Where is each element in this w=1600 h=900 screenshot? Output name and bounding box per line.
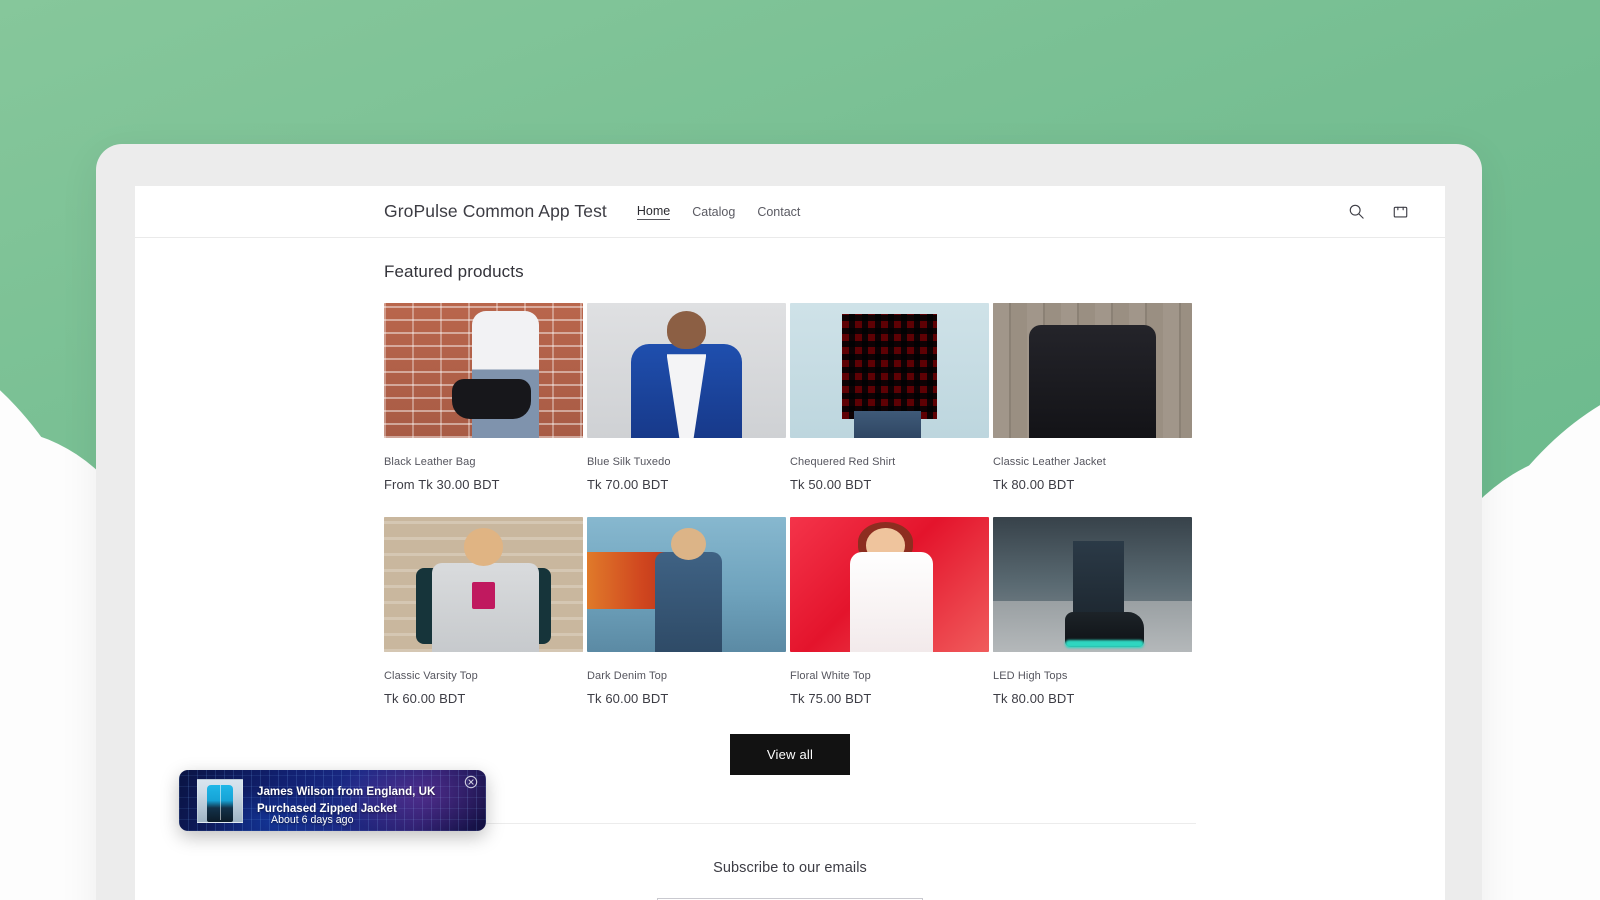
product-name: Blue Silk Tuxedo [587,456,671,468]
toast-customer-line: James Wilson from England, UK [257,784,436,798]
store-brand-title: GroPulse Common App Test [384,201,607,221]
product-name: Classic Varsity Top [384,670,478,682]
product-image-dark-denim-top[interactable] [587,517,786,652]
product-card[interactable]: Classic Leather Jacket Tk 80.00 BDT [993,303,1196,492]
view-all-container: View all [384,734,1196,775]
site-header: GroPulse Common App Test Home Catalog Co… [135,186,1445,238]
product-price: Tk 60.00 BDT [587,691,669,706]
product-price: Tk 70.00 BDT [587,477,669,492]
header-actions [1345,201,1411,223]
product-card[interactable]: Classic Varsity Top Tk 60.00 BDT [384,517,587,706]
product-image-classic-leather-jacket[interactable] [993,303,1192,438]
product-price: Tk 80.00 BDT [993,477,1075,492]
product-price: From Tk 30.00 BDT [384,477,500,492]
product-price: Tk 80.00 BDT [993,691,1075,706]
product-image-led-high-tops[interactable] [993,517,1192,652]
nav-item-home[interactable]: Home [636,204,671,220]
product-price: Tk 75.00 BDT [790,691,872,706]
view-all-button[interactable]: View all [729,734,851,775]
product-price: Tk 60.00 BDT [384,691,466,706]
page-title: Featured products [384,262,524,281]
product-image-chequered-red-shirt[interactable] [790,303,989,438]
close-circle-icon[interactable] [464,775,478,789]
product-card[interactable]: Black Leather Bag From Tk 30.00 BDT [384,303,587,492]
toast-timestamp: About 6 days ago [271,814,354,826]
product-image-black-leather-bag[interactable] [384,303,583,438]
toast-product-thumbnail [197,778,243,823]
product-image-blue-silk-tuxedo[interactable] [587,303,786,438]
product-card[interactable]: Chequered Red Shirt Tk 50.00 BDT [790,303,993,492]
nav-item-contact[interactable]: Contact [757,205,800,219]
product-grid-row-1: Black Leather Bag From Tk 30.00 BDT Blue… [384,303,1196,492]
product-image-floral-white-top[interactable] [790,517,989,652]
product-price: Tk 50.00 BDT [790,477,872,492]
product-grid-row-2: Classic Varsity Top Tk 60.00 BDT Dark De… [384,517,1196,706]
product-card[interactable]: Dark Denim Top Tk 60.00 BDT [587,517,790,706]
newsletter-section: Subscribe to our emails [384,823,1196,900]
product-name: Chequered Red Shirt [790,456,896,468]
product-card[interactable]: Floral White Top Tk 75.00 BDT [790,517,993,706]
toast-product-name: Zipped Jacket [319,801,397,815]
search-icon[interactable] [1345,201,1367,223]
page-background: GroPulse Common App Test Home Catalog Co… [0,0,1600,900]
purchase-notification-popup[interactable]: James Wilson from England, UK Purchased … [179,770,486,831]
product-name: Floral White Top [790,670,871,682]
toast-purchase-prefix: Purchased [257,801,320,815]
product-name: LED High Tops [993,670,1068,682]
product-name: Classic Leather Jacket [993,456,1106,468]
product-name: Dark Denim Top [587,670,668,682]
newsletter-heading: Subscribe to our emails [713,860,867,876]
nav-item-catalog[interactable]: Catalog [692,205,735,219]
main-navigation: Home Catalog Contact [636,204,800,220]
product-card[interactable]: LED High Tops Tk 80.00 BDT [993,517,1196,706]
product-name: Black Leather Bag [384,456,476,468]
shopping-bag-icon[interactable] [1389,201,1411,223]
product-image-classic-varsity-top[interactable] [384,517,583,652]
product-card[interactable]: Blue Silk Tuxedo Tk 70.00 BDT [587,303,790,492]
